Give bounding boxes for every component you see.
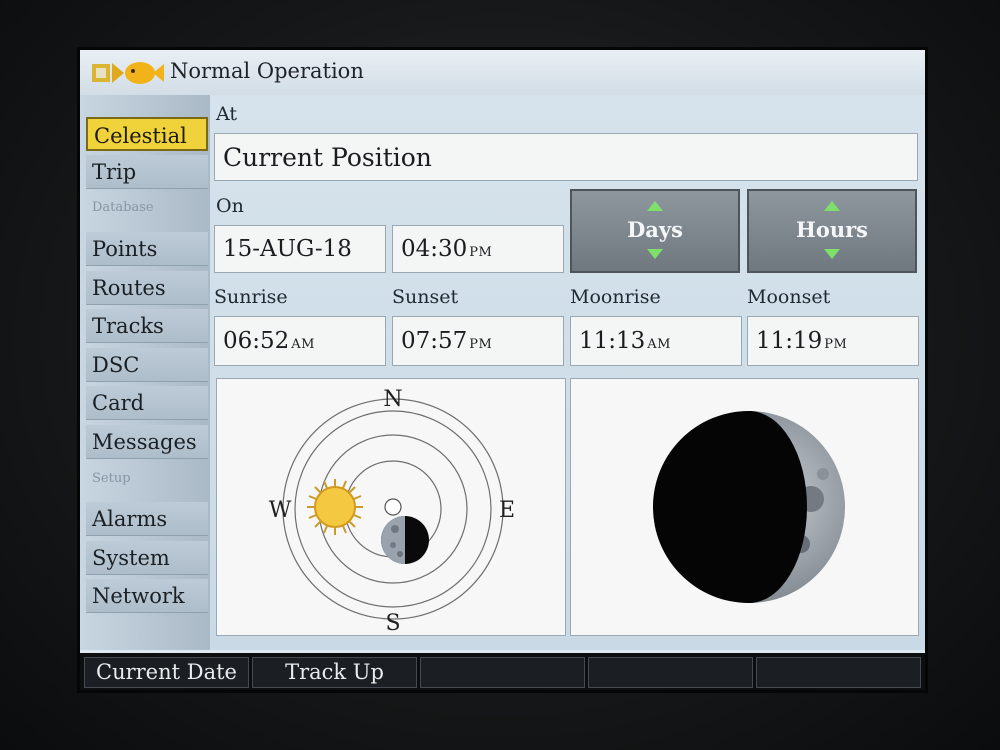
softkey-track-up[interactable]: Track Up (252, 657, 417, 688)
fish-logo-icon (92, 62, 164, 84)
arrow-up-icon (647, 201, 663, 211)
arrow-down-icon (824, 249, 840, 259)
sidebar-item-trip[interactable]: Trip (86, 155, 208, 189)
softkey-4[interactable] (588, 657, 753, 688)
sidebar-item-dsc[interactable]: DSC (86, 348, 208, 382)
softkey-3[interactable] (420, 657, 585, 688)
moonset-time: 11:19 (756, 328, 823, 354)
softkey-bar: Current Date Track Up (80, 653, 925, 690)
time-field[interactable]: 04:30 PM (392, 225, 564, 273)
sunrise-label: Sunrise (214, 286, 288, 308)
days-button-label: Days (627, 217, 683, 242)
sidebar-header-database: Database (92, 200, 154, 215)
sidebar-item-label: Celestial (94, 124, 187, 148)
moonrise-time: 11:13 (579, 328, 646, 354)
sidebar-header-setup: Setup (92, 471, 131, 486)
sidebar-item-label: System (92, 546, 170, 570)
arrow-up-icon (824, 201, 840, 211)
sidebar: Celestial Trip Database Points Routes Tr… (80, 95, 210, 650)
sidebar-item-label: Points (92, 237, 158, 261)
date-value: 15-AUG-18 (223, 236, 352, 262)
compass-e: E (499, 498, 515, 523)
position-value: Current Position (223, 142, 432, 172)
sunset-time: 07:57 (401, 328, 468, 354)
title-text: Normal Operation (170, 59, 364, 83)
zenith-marker (384, 498, 402, 516)
sky-chart-panel: N S E W (216, 378, 566, 636)
sky-chart: N S E W (269, 387, 515, 636)
sunrise-time: 06:52 (223, 328, 290, 354)
compass-n: N (383, 387, 402, 412)
moonrise-field: 11:13 AM (570, 316, 742, 366)
at-label: At (216, 103, 238, 125)
sidebar-item-label: Card (92, 391, 145, 415)
arrow-down-icon (647, 249, 663, 259)
on-label: On (216, 195, 244, 217)
sidebar-item-label: Alarms (92, 507, 168, 531)
sunset-field: 07:57 PM (392, 316, 564, 366)
moonset-label: Moonset (747, 286, 831, 308)
softkey-current-date[interactable]: Current Date (84, 657, 249, 688)
sidebar-item-points[interactable]: Points (86, 232, 208, 266)
hours-button[interactable]: Hours (747, 189, 917, 273)
sidebar-item-label: Messages (92, 430, 197, 454)
sidebar-item-label: DSC (92, 353, 140, 377)
device-screen: Normal Operation Celestial Trip Database… (80, 50, 925, 690)
hours-button-label: Hours (795, 217, 868, 242)
sunrise-ampm: AM (291, 336, 315, 352)
sidebar-item-label: Routes (92, 276, 166, 300)
position-field[interactable]: Current Position (214, 133, 918, 181)
sidebar-item-label: Network (92, 584, 185, 608)
sidebar-item-alarms[interactable]: Alarms (86, 502, 208, 536)
sidebar-item-system[interactable]: System (86, 541, 208, 575)
sidebar-item-celestial[interactable]: Celestial (86, 117, 208, 151)
date-field[interactable]: 15-AUG-18 (214, 225, 386, 273)
sidebar-item-routes[interactable]: Routes (86, 271, 208, 305)
moon-phase-panel (570, 378, 919, 636)
moonrise-ampm: AM (647, 336, 671, 352)
softkey-5[interactable] (756, 657, 921, 688)
moonset-field: 11:19 PM (747, 316, 919, 366)
sunset-label: Sunset (392, 286, 459, 308)
sidebar-item-tracks[interactable]: Tracks (86, 309, 208, 343)
sun-icon (307, 479, 363, 535)
sidebar-item-messages[interactable]: Messages (86, 425, 208, 459)
moon-icon (381, 516, 429, 564)
sunrise-field: 06:52 AM (214, 316, 386, 366)
compass-w: W (269, 498, 292, 523)
days-button[interactable]: Days (570, 189, 740, 273)
sidebar-item-label: Tracks (92, 314, 164, 338)
moon-phase-image (653, 411, 845, 603)
time-value: 04:30 (401, 236, 468, 262)
time-ampm: PM (469, 244, 493, 260)
sidebar-item-network[interactable]: Network (86, 579, 208, 613)
celestial-content: At Current Position On 15-AUG-18 04:30 PM… (210, 95, 925, 650)
moonrise-label: Moonrise (570, 286, 661, 308)
sidebar-item-card[interactable]: Card (86, 386, 208, 420)
sidebar-item-label: Trip (92, 160, 137, 184)
title-bar: Normal Operation (80, 50, 925, 95)
sunset-ampm: PM (469, 336, 493, 352)
compass-s: S (385, 611, 400, 636)
moonset-ampm: PM (824, 336, 848, 352)
